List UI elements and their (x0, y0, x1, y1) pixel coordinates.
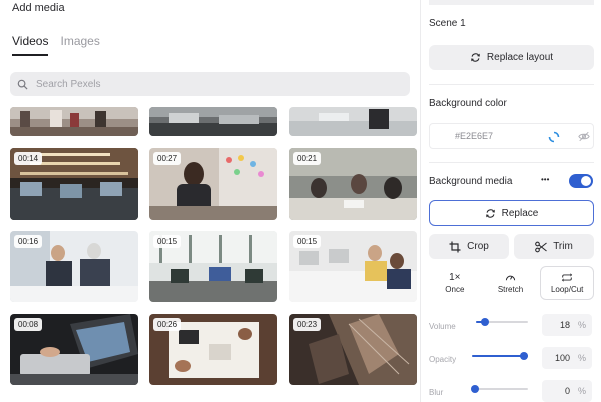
loop-icon (562, 273, 573, 282)
media-grid: 00:14 00:27 00:21 00:16 00:15 00:15 00:0… (10, 107, 420, 402)
color-hex-value: #E2E6E7 (455, 131, 494, 141)
slider-handle[interactable] (520, 352, 528, 360)
video-thumbnail (149, 107, 277, 136)
divider (429, 162, 594, 163)
duration-badge: 00:08 (14, 318, 43, 331)
crop-label: Crop (467, 241, 489, 252)
replace-layout-button[interactable]: Replace layout (429, 45, 594, 70)
crop-button[interactable]: Crop (429, 234, 509, 259)
unit-label: % (577, 353, 586, 363)
properties-panel: Scene 1 Replace layout Background color … (420, 0, 601, 402)
duration-badge: 00:23 (293, 318, 322, 331)
scissors-icon (535, 241, 548, 252)
duration-badge: 00:14 (14, 152, 43, 165)
media-tile[interactable]: 00:27 (149, 148, 277, 220)
search-input[interactable] (34, 77, 378, 91)
volume-label: Volume (429, 322, 456, 331)
refresh-icon (471, 53, 480, 62)
media-tile[interactable]: 00:15 (289, 231, 417, 302)
trim-button[interactable]: Trim (514, 234, 594, 259)
volume-value: 18 (559, 320, 570, 330)
unit-label: % (577, 386, 586, 396)
panel-title: Add media (12, 2, 65, 14)
opacity-value-field[interactable]: 100 % (542, 347, 592, 369)
more-options-icon[interactable]: ••• (541, 175, 549, 184)
opacity-slider[interactable] (472, 352, 528, 360)
media-tile[interactable]: 00:15 (149, 231, 277, 302)
scene-label: Scene 1 (429, 18, 466, 29)
background-media-toggle[interactable] (569, 174, 593, 188)
duration-badge: 00:15 (153, 235, 182, 248)
duration-badge: 00:21 (293, 152, 322, 165)
duration-badge: 00:16 (14, 235, 43, 248)
mode-once[interactable]: 1× Once (429, 266, 481, 300)
background-color-label: Background color (429, 98, 507, 109)
duration-badge: 00:27 (153, 152, 182, 165)
mode-label: Stretch (497, 285, 524, 294)
media-tile[interactable]: 00:16 (10, 231, 138, 302)
background-color-field[interactable]: #E2E6E7 (429, 123, 594, 149)
once-icon: 1× (449, 272, 461, 283)
loading-spinner-icon (548, 131, 560, 143)
opacity-label: Opacity (429, 355, 457, 364)
opacity-value: 100 (554, 353, 570, 363)
tab-images[interactable]: Images (60, 34, 99, 56)
blur-label: Blur (429, 388, 444, 397)
replace-label: Replace (501, 207, 539, 219)
eye-off-icon[interactable] (578, 131, 590, 142)
refresh-icon (485, 208, 495, 218)
crop-icon (449, 241, 461, 252)
toggle-knob (581, 176, 591, 186)
stretch-icon (505, 275, 516, 281)
video-thumbnail (10, 107, 138, 136)
mode-label: Loop/Cut (550, 285, 584, 294)
duration-badge: 00:26 (153, 318, 182, 331)
replace-button[interactable]: Replace (429, 200, 594, 226)
volume-slider[interactable] (476, 318, 528, 326)
mode-loop-cut[interactable]: Loop/Cut (540, 266, 595, 300)
media-panel: Add media Videos Images Search Pexels 00… (0, 0, 420, 402)
media-tile[interactable] (10, 107, 138, 136)
media-tabs: Videos Images (12, 34, 100, 56)
duration-badge: 00:15 (293, 235, 322, 248)
playback-mode-group: 1× Once Stretch Loop/Cut (429, 266, 595, 300)
mode-label: Once (445, 285, 465, 294)
mode-stretch[interactable]: Stretch (485, 266, 537, 300)
background-media-label: Background media (429, 176, 513, 187)
media-tile[interactable]: 00:21 (289, 148, 417, 220)
media-tile[interactable]: 00:26 (149, 314, 277, 385)
blur-value-field[interactable]: 0 % (542, 380, 592, 402)
search-icon (17, 79, 28, 90)
tab-videos[interactable]: Videos (12, 34, 49, 56)
blur-value: 0 (564, 386, 570, 396)
slider-handle[interactable] (471, 385, 479, 393)
media-tile[interactable]: 00:08 (10, 314, 138, 385)
media-tile[interactable]: 00:14 (10, 148, 138, 220)
media-tile[interactable]: 00:23 (289, 314, 417, 385)
divider (429, 84, 594, 85)
unit-label: % (577, 320, 586, 330)
panel-top-strip (429, 0, 594, 5)
replace-layout-label: Replace layout (486, 52, 554, 63)
media-tile[interactable] (289, 107, 417, 136)
trim-label: Trim (553, 241, 573, 252)
slider-handle[interactable] (481, 318, 490, 326)
volume-value-field[interactable]: 18 % (542, 314, 592, 336)
search-box[interactable] (10, 72, 410, 96)
blur-slider[interactable] (471, 385, 528, 393)
video-thumbnail (289, 107, 417, 136)
media-tile[interactable] (149, 107, 277, 136)
